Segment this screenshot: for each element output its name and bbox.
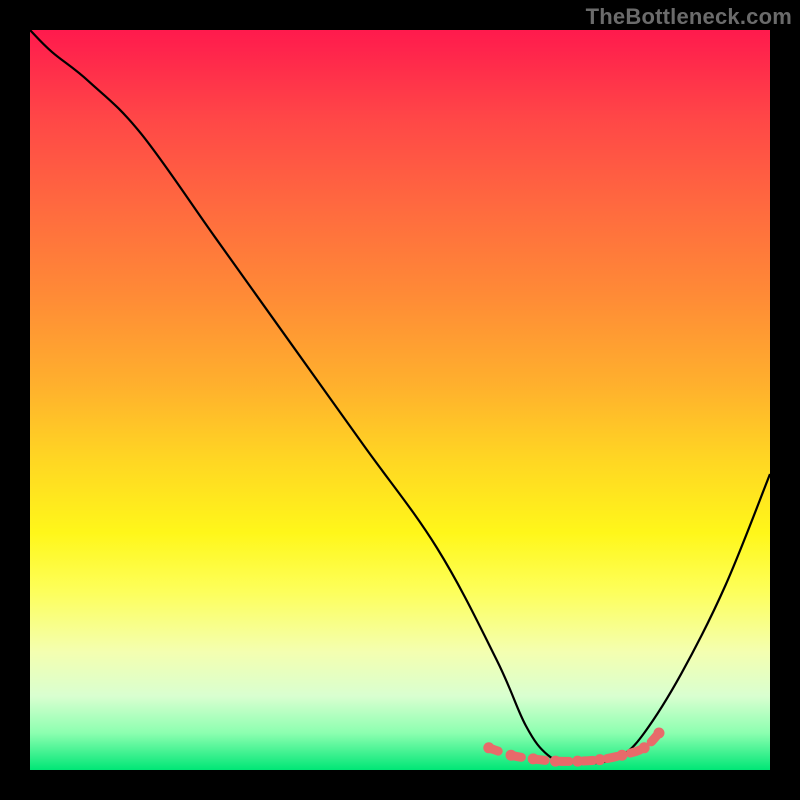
minimum-marker-dot	[572, 756, 583, 767]
chart-svg	[30, 30, 770, 770]
minimum-marker-dot	[617, 750, 628, 761]
chart-plot-area	[30, 30, 770, 770]
minimum-marker-dot	[506, 750, 517, 761]
minimum-marker-dot	[550, 756, 561, 767]
minimum-marker-dot	[528, 753, 539, 764]
chart-frame: TheBottleneck.com	[0, 0, 800, 800]
minimum-marker-dot	[483, 742, 494, 753]
minimum-marker-dot	[654, 728, 665, 739]
minimum-marker-dot	[594, 754, 605, 765]
watermark-text: TheBottleneck.com	[586, 4, 792, 30]
minimum-marker-dot	[639, 742, 650, 753]
minimum-marker-band	[483, 728, 664, 767]
bottleneck-curve	[30, 30, 770, 764]
